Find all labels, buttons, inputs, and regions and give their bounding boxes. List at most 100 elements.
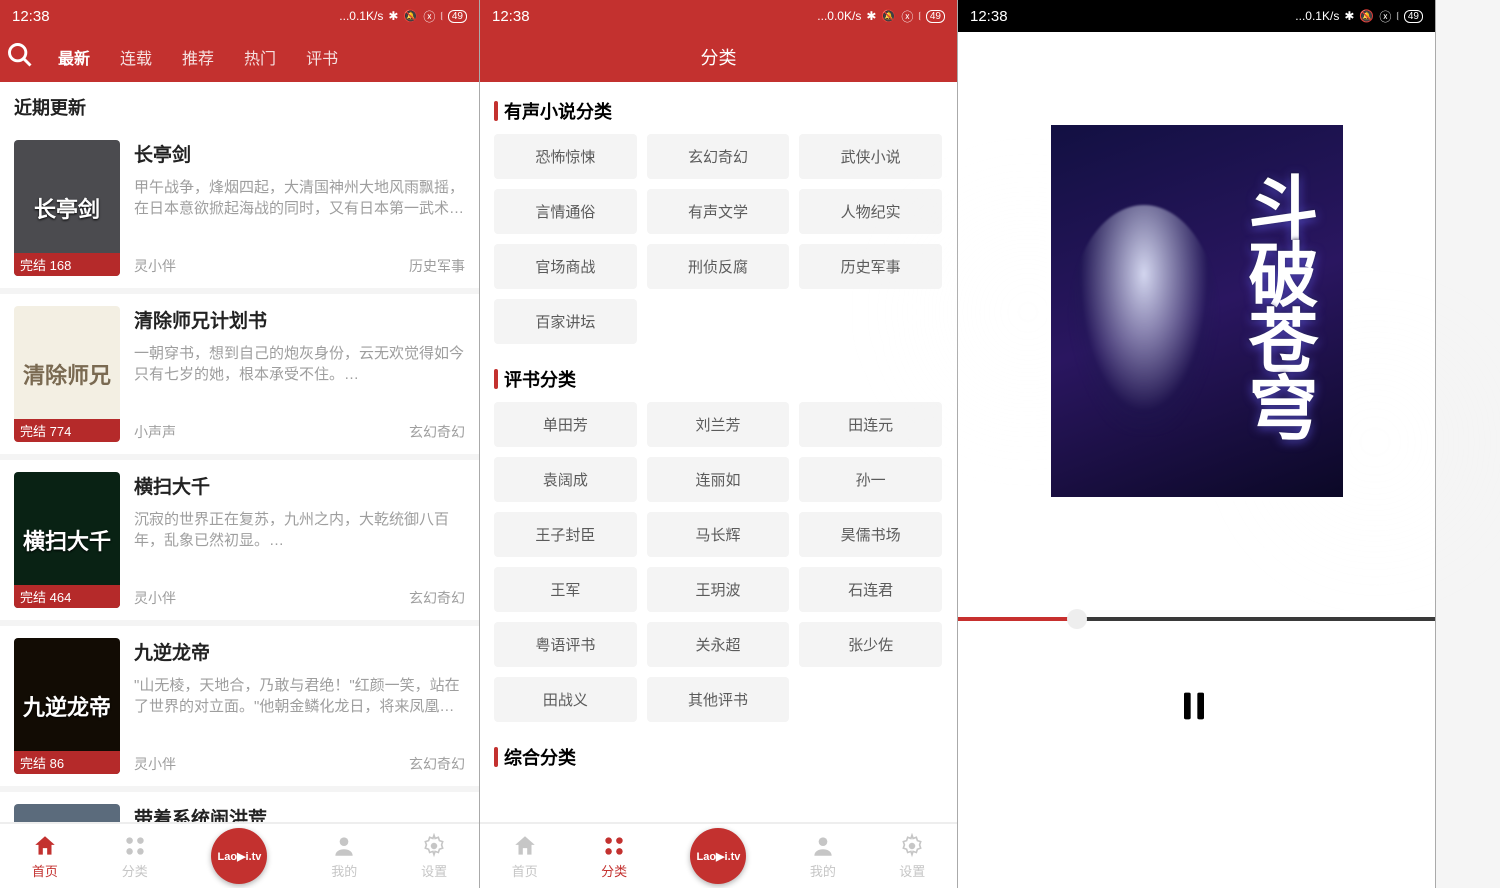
category-pill[interactable]: 武侠小说 <box>799 134 942 179</box>
status-net: ...0.1K/s <box>339 9 383 23</box>
category-pill[interactable]: 百家讲坛 <box>494 299 637 344</box>
status-right: ...0.0K/s ✱ 🔕 ⓧ ⧙ 49 <box>817 8 945 25</box>
progress-bar[interactable] <box>958 617 1435 621</box>
book-cover: 清除师兄完结 774 <box>14 306 120 442</box>
status-right: ...0.1K/s ✱ 🔕 ⓧ ⧙ 49 <box>339 8 467 25</box>
nav-home[interactable]: 首页 <box>32 833 58 880</box>
book-list-item[interactable]: 清除师兄完结 774清除师兄计划书一朝穿书，想到自己的炮灰身份，云无欢觉得如今只… <box>0 294 479 460</box>
nav-category[interactable]: 分类 <box>601 833 627 880</box>
category-pill[interactable]: 袁阔成 <box>494 457 637 502</box>
category-pill[interactable]: 王子封臣 <box>494 512 637 557</box>
playlist-label: 列表 <box>1370 573 1398 593</box>
x-icon: ⓧ <box>423 8 435 25</box>
pause-button[interactable] <box>1153 665 1235 747</box>
category-pill[interactable]: 单田芳 <box>494 402 637 447</box>
nav-category-label: 分类 <box>601 861 627 880</box>
nav-category[interactable]: 分类 <box>122 833 148 880</box>
category-pill[interactable]: 有声文学 <box>647 189 790 234</box>
download-button[interactable]: 下载 <box>1088 537 1118 593</box>
book-author: 灵小伴 <box>134 754 176 774</box>
nav-settings[interactable]: 设置 <box>899 833 925 880</box>
nav-brand-button[interactable]: Lao▶i.tv <box>211 828 267 884</box>
search-icon[interactable] <box>6 41 34 74</box>
home-screen: 12:38 ...0.1K/s ✱ 🔕 ⓧ ⧙ 49 最新 连载 推荐 热门 评… <box>0 0 480 888</box>
album-text: 斗 破 苍 穹 <box>1051 178 1343 444</box>
tab-hot[interactable]: 热门 <box>238 45 282 69</box>
book-title: 长亭剑 <box>134 140 465 167</box>
category-pill[interactable]: 孙一 <box>799 457 942 502</box>
category-screen: 12:38 ...0.0K/s ✱ 🔕 ⓧ ⧙ 49 分类 有声小说分类恐怖惊悚… <box>480 0 958 888</box>
book-list-item[interactable]: 带着系统闹洪荒开局只带一个系统 装备全靠拼！每完成一个任务 <box>0 792 479 822</box>
category-pill[interactable]: 粤语评书 <box>494 622 637 667</box>
playlist-button[interactable]: 列表 <box>1369 537 1399 593</box>
nav-mine[interactable]: 我的 <box>331 833 357 880</box>
category-pill[interactable]: 刑侦反腐 <box>647 244 790 289</box>
category-pill[interactable]: 王军 <box>494 567 637 612</box>
category-pill[interactable]: 关永超 <box>647 622 790 667</box>
player-header: 斗破苍穹 反馈 <box>958 32 1435 81</box>
previous-button[interactable] <box>1069 685 1107 728</box>
book-desc: 一朝穿书，想到自己的炮灰身份，云无欢觉得如今只有七岁的她，根本承受不住。… <box>134 343 465 385</box>
book-author: 小声声 <box>134 422 176 442</box>
top-tab-bar: 最新 连载 推荐 热门 评书 <box>0 32 479 82</box>
feedback-button[interactable]: 反馈 <box>1389 46 1419 67</box>
status-time: 12:38 <box>970 8 1008 25</box>
cover-text: 横扫大千 <box>23 524 111 556</box>
progress-fill <box>958 617 1077 621</box>
nav-home-label: 首页 <box>512 861 538 880</box>
category-pill[interactable]: 石连君 <box>799 567 942 612</box>
back-icon[interactable] <box>974 42 998 71</box>
nav-mine[interactable]: 我的 <box>810 833 836 880</box>
time-current: 03:41 <box>972 629 1007 645</box>
nav-settings[interactable]: 设置 <box>421 833 447 880</box>
timer-label: 定时 <box>1182 573 1210 593</box>
category-pill[interactable]: 昊儒书场 <box>799 512 942 557</box>
tab-pingshu[interactable]: 评书 <box>300 45 344 69</box>
book-list-item[interactable]: 长亭剑完结 168长亭剑甲午战争，烽烟四起，大清国神州大地风雨飘摇，在日本意欲掀… <box>0 128 479 294</box>
category-pill[interactable]: 马长辉 <box>647 512 790 557</box>
bluetooth-icon: ✱ <box>388 9 398 23</box>
category-pill[interactable]: 田战义 <box>494 677 637 722</box>
player: 斗破苍穹 反馈 斗破苍穹1560 斗 破 苍 穹 收藏 下载 定时 设置 <box>958 32 1435 888</box>
tab-latest[interactable]: 最新 <box>52 45 96 69</box>
book-author: 灵小伴 <box>134 256 176 276</box>
playback-controls: - 15s + 15s <box>958 649 1435 769</box>
status-net: ...0.0K/s <box>817 9 861 23</box>
download-label: 下载 <box>1089 573 1117 593</box>
wifi-icon: ⧙ <box>918 9 921 24</box>
book-meta: 横扫大千沉寂的世界正在复苏，九州之内，大乾统御八百年，乱象已然初显。…灵小伴玄幻… <box>134 472 465 608</box>
category-pill[interactable]: 张少佐 <box>799 622 942 667</box>
nav-brand-button[interactable]: Lao▶i.tv <box>690 828 746 884</box>
book-title: 带着系统闹洪荒 <box>134 804 465 822</box>
battery-icon: 49 <box>926 10 945 23</box>
category-pill[interactable]: 恐怖惊悚 <box>494 134 637 179</box>
battery-icon: 49 <box>1404 10 1423 23</box>
book-list-item[interactable]: 横扫大千完结 464 横扫大千沉寂的世界正在复苏，九州之内，大乾统御八百年，乱象已… <box>0 460 479 626</box>
timer-button[interactable]: 定时 <box>1181 537 1211 593</box>
category-pill[interactable]: 王玥波 <box>647 567 790 612</box>
category-header-title: 分类 <box>701 44 737 70</box>
category-header: 分类 <box>480 32 957 82</box>
category-pill[interactable]: 玄幻奇幻 <box>647 134 790 179</box>
rewind-15-button[interactable]: - 15s <box>987 697 1023 715</box>
category-pill[interactable]: 刘兰芳 <box>647 402 790 447</box>
bottom-nav: 首页 分类 Lao▶i.tv 我的 设置 <box>0 822 479 888</box>
forward-15-button[interactable]: + 15s <box>1366 697 1406 715</box>
nav-home[interactable]: 首页 <box>512 833 538 880</box>
book-status-badge: 完结 464 <box>14 585 120 608</box>
category-pill[interactable]: 连丽如 <box>647 457 790 502</box>
next-button[interactable] <box>1282 685 1320 728</box>
category-pill[interactable]: 言情通俗 <box>494 189 637 234</box>
book-list-item[interactable]: 九逆龙帝完结 86九逆龙帝"山无棱，天地合，乃敢与君绝！"红颜一笑，站在了世界的… <box>0 626 479 792</box>
tab-recommend[interactable]: 推荐 <box>176 45 220 69</box>
tab-serial[interactable]: 连载 <box>114 45 158 69</box>
book-cover: 长亭剑完结 168 <box>14 140 120 276</box>
book-author: 灵小伴 <box>134 588 176 608</box>
category-pill[interactable]: 官场商战 <box>494 244 637 289</box>
player-settings-button[interactable]: 设置 <box>1275 537 1305 593</box>
book-status-badge: 完结 86 <box>14 751 120 774</box>
battery-icon: 49 <box>448 10 467 23</box>
nav-brand-label: Lao▶i.tv <box>218 850 262 863</box>
favorite-button[interactable]: 收藏 <box>994 537 1024 593</box>
category-pill[interactable]: 其他评书 <box>647 677 790 722</box>
